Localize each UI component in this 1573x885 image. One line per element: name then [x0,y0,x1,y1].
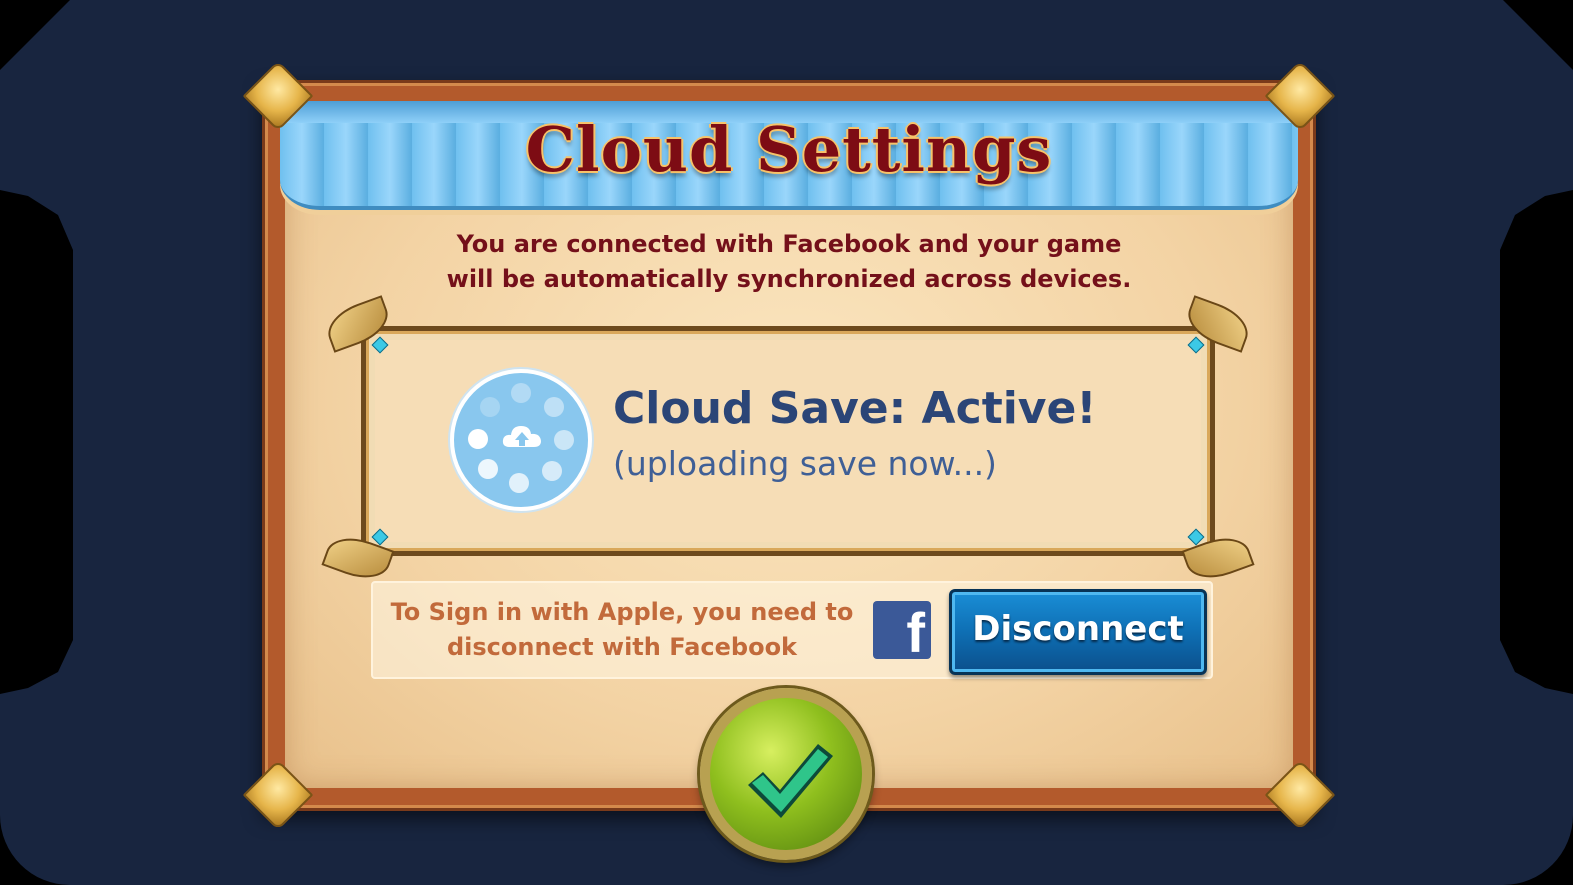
spinner-dot [554,430,574,450]
confirm-button[interactable] [700,688,872,860]
disconnect-button[interactable]: Disconnect [949,589,1207,675]
connection-description: You are connected with Facebook and your… [265,227,1313,297]
cloud-settings-dialog: Cloud Settings You are connected with Fa… [242,60,1336,860]
spinner-dot [468,429,488,449]
spinner-dot [544,397,564,417]
gem-top-right [1187,336,1205,354]
dialog-title: Cloud Settings [525,113,1053,186]
spinner-dot [542,461,562,481]
spinner-dot [509,473,529,493]
upload-progress-text: (uploading save now...) [613,444,997,483]
apple-signin-notice: To Sign in with Apple, you need to disco… [371,581,1213,679]
facebook-icon: f [873,601,931,659]
apple-notice-text: To Sign in with Apple, you need to disco… [373,595,871,665]
checkmark-icon [748,744,833,818]
spinner-dot [511,383,531,403]
spinner-dot [478,459,498,479]
cloud-save-status: Cloud Save: Active! [613,383,1097,434]
apple-notice-line-2: disconnect with Facebook [446,633,798,661]
description-line-1: You are connected with Facebook and your… [456,230,1122,258]
apple-notice-line-1: To Sign in with Apple, you need to [390,598,854,626]
cloud-status-panel: Cloud Save: Active! (uploading save now.… [321,295,1255,587]
cloud-upload-icon [450,369,592,511]
gem-top-left [371,336,389,354]
cloud-icon [502,426,541,447]
description-line-2: will be automatically synchronized acros… [446,265,1132,293]
spinner-dot [480,397,500,417]
